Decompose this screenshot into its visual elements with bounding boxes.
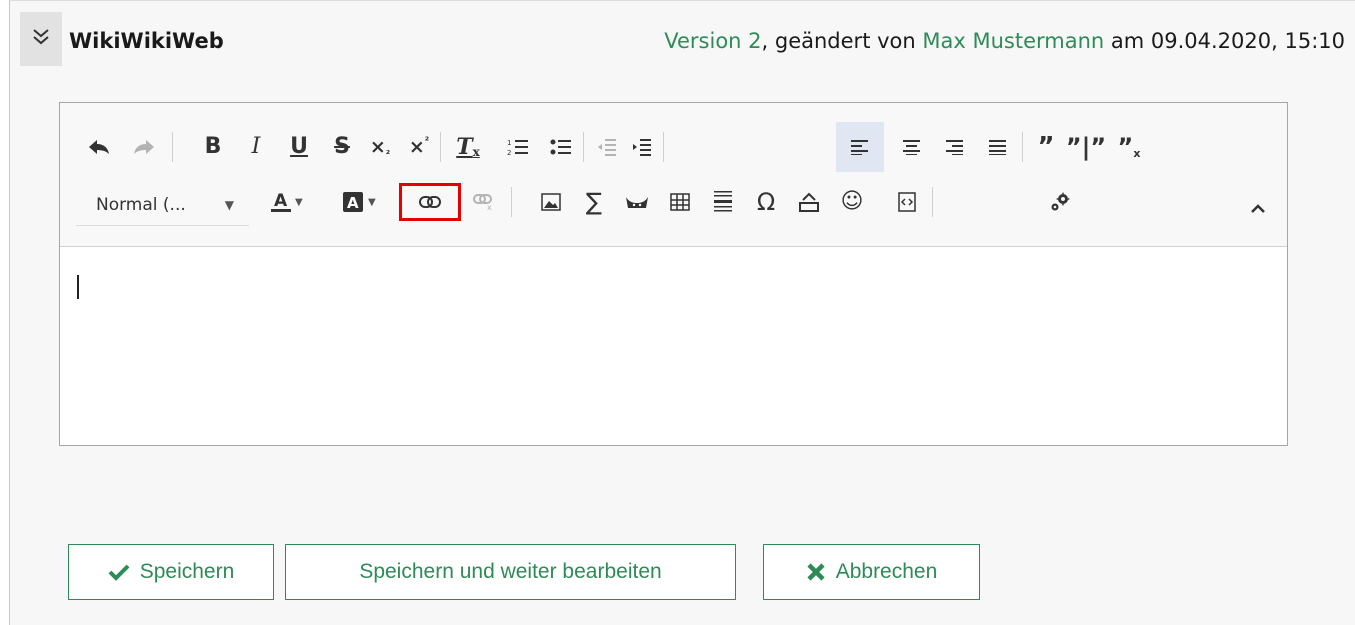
increase-indent-icon[interactable]: [628, 132, 656, 162]
background-color-button[interactable]: A ▼: [342, 187, 376, 217]
svg-text:A: A: [347, 194, 359, 212]
subscript-icon[interactable]: × ₂: [366, 132, 394, 162]
remove-format-icon[interactable]: Tx: [454, 132, 482, 162]
numbered-list-icon[interactable]: 12: [504, 132, 532, 162]
superscript-icon[interactable]: × ²: [405, 132, 433, 162]
strikethrough-icon[interactable]: S: [328, 132, 356, 162]
bold-icon[interactable]: B: [199, 132, 227, 162]
align-left-icon[interactable]: [836, 122, 884, 172]
mascot-icon[interactable]: [623, 187, 651, 217]
math-icon[interactable]: ∑: [580, 187, 608, 217]
settings-icon[interactable]: [1046, 187, 1074, 217]
close-icon: [806, 562, 826, 582]
special-char-icon[interactable]: Ω: [752, 187, 780, 217]
double-chevron-down-icon: [33, 29, 49, 45]
editor-content-area[interactable]: [60, 248, 1287, 445]
editor-toolbar: B I U S × ₂ × ² Tx 12 ” ”|” ” x Normal (…: [60, 103, 1287, 247]
format-select-value: Normal (...: [96, 195, 186, 215]
align-right-icon[interactable]: [941, 132, 969, 162]
rich-text-editor: B I U S × ₂ × ² Tx 12 ” ”|” ” x Normal (…: [59, 102, 1288, 446]
format-select[interactable]: Normal (... ▼: [76, 185, 249, 226]
horizontal-rule-icon[interactable]: [709, 187, 737, 217]
svg-text:1: 1: [507, 139, 511, 147]
changed-by-text: , geändert von: [761, 29, 923, 53]
undo-icon[interactable]: [85, 132, 113, 162]
save-button-label: Speichern: [139, 560, 235, 583]
cancel-button-label: Abbrechen: [835, 560, 938, 583]
bulleted-list-icon[interactable]: [547, 132, 575, 162]
toolbar-separator: [583, 132, 584, 162]
background-color-icon: A: [343, 192, 363, 212]
author-link[interactable]: Max Mustermann: [922, 29, 1104, 53]
underline-icon[interactable]: U: [285, 132, 313, 162]
version-link[interactable]: Version 2: [664, 29, 761, 53]
checkmark-icon: [108, 563, 130, 581]
remove-quote-icon[interactable]: ” x: [1115, 132, 1143, 162]
save-button[interactable]: Speichern: [68, 544, 274, 600]
justify-icon[interactable]: [984, 132, 1012, 162]
text-color-button[interactable]: A ▼: [271, 187, 303, 217]
toolbar-separator: [1022, 132, 1023, 162]
page-break-icon[interactable]: [795, 187, 823, 217]
smiley-icon[interactable]: ☺: [838, 187, 866, 217]
toolbar-separator: [663, 132, 664, 162]
image-icon[interactable]: [537, 187, 565, 217]
text-caret: [77, 275, 79, 299]
date-text: am 09.04.2020, 15:10: [1104, 29, 1345, 53]
caret-down-icon: ▼: [368, 196, 376, 208]
italic-icon[interactable]: I: [242, 132, 270, 162]
caret-down-icon: ▼: [224, 198, 234, 212]
svg-text:A: A: [274, 191, 288, 211]
panel-header: WikiWikiWeb Version 2, geändert von Max …: [10, 1, 1355, 83]
blockquote-icon[interactable]: ”: [1032, 132, 1060, 162]
save-continue-button-label: Speichern und weiter bearbeiten: [359, 560, 662, 583]
save-continue-button[interactable]: Speichern und weiter bearbeiten: [285, 544, 736, 600]
align-center-icon[interactable]: [898, 132, 926, 162]
split-quote-icon[interactable]: ”|”: [1066, 132, 1106, 162]
svg-text:x: x: [487, 203, 492, 210]
source-icon[interactable]: [893, 187, 921, 217]
toolbar-separator: [172, 132, 173, 162]
page-title: WikiWikiWeb: [69, 29, 224, 53]
toolbar-separator: [932, 187, 933, 217]
svg-text:2: 2: [507, 149, 511, 156]
text-color-icon: A: [271, 191, 291, 212]
decrease-indent-icon[interactable]: [593, 132, 621, 162]
collapse-toggle[interactable]: [20, 12, 62, 66]
toolbar-separator: [440, 132, 441, 162]
table-icon[interactable]: [666, 187, 694, 217]
link-icon[interactable]: [399, 183, 461, 221]
wiki-edit-panel: WikiWikiWeb Version 2, geändert von Max …: [10, 1, 1355, 625]
redo-icon[interactable]: [130, 132, 158, 162]
collapse-toolbar-icon[interactable]: [1244, 194, 1272, 224]
unlink-icon[interactable]: x: [470, 187, 498, 217]
toolbar-separator: [511, 187, 512, 217]
version-info: Version 2, geändert von Max Mustermann a…: [664, 29, 1345, 53]
cancel-button[interactable]: Abbrechen: [763, 544, 980, 600]
caret-down-icon: ▼: [295, 196, 303, 208]
